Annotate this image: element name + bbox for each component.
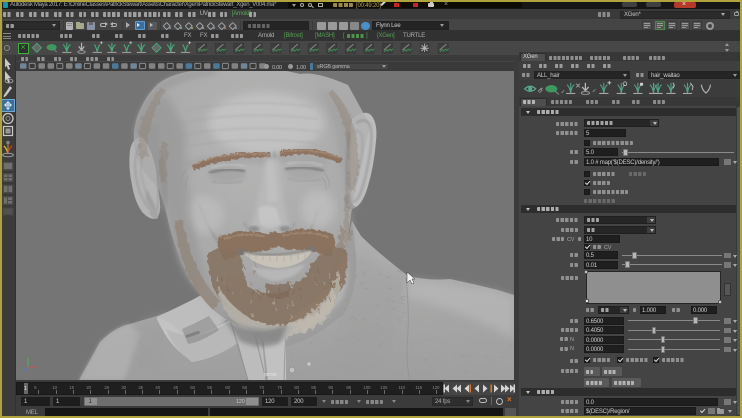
svg-text:persp: persp bbox=[264, 372, 277, 378]
